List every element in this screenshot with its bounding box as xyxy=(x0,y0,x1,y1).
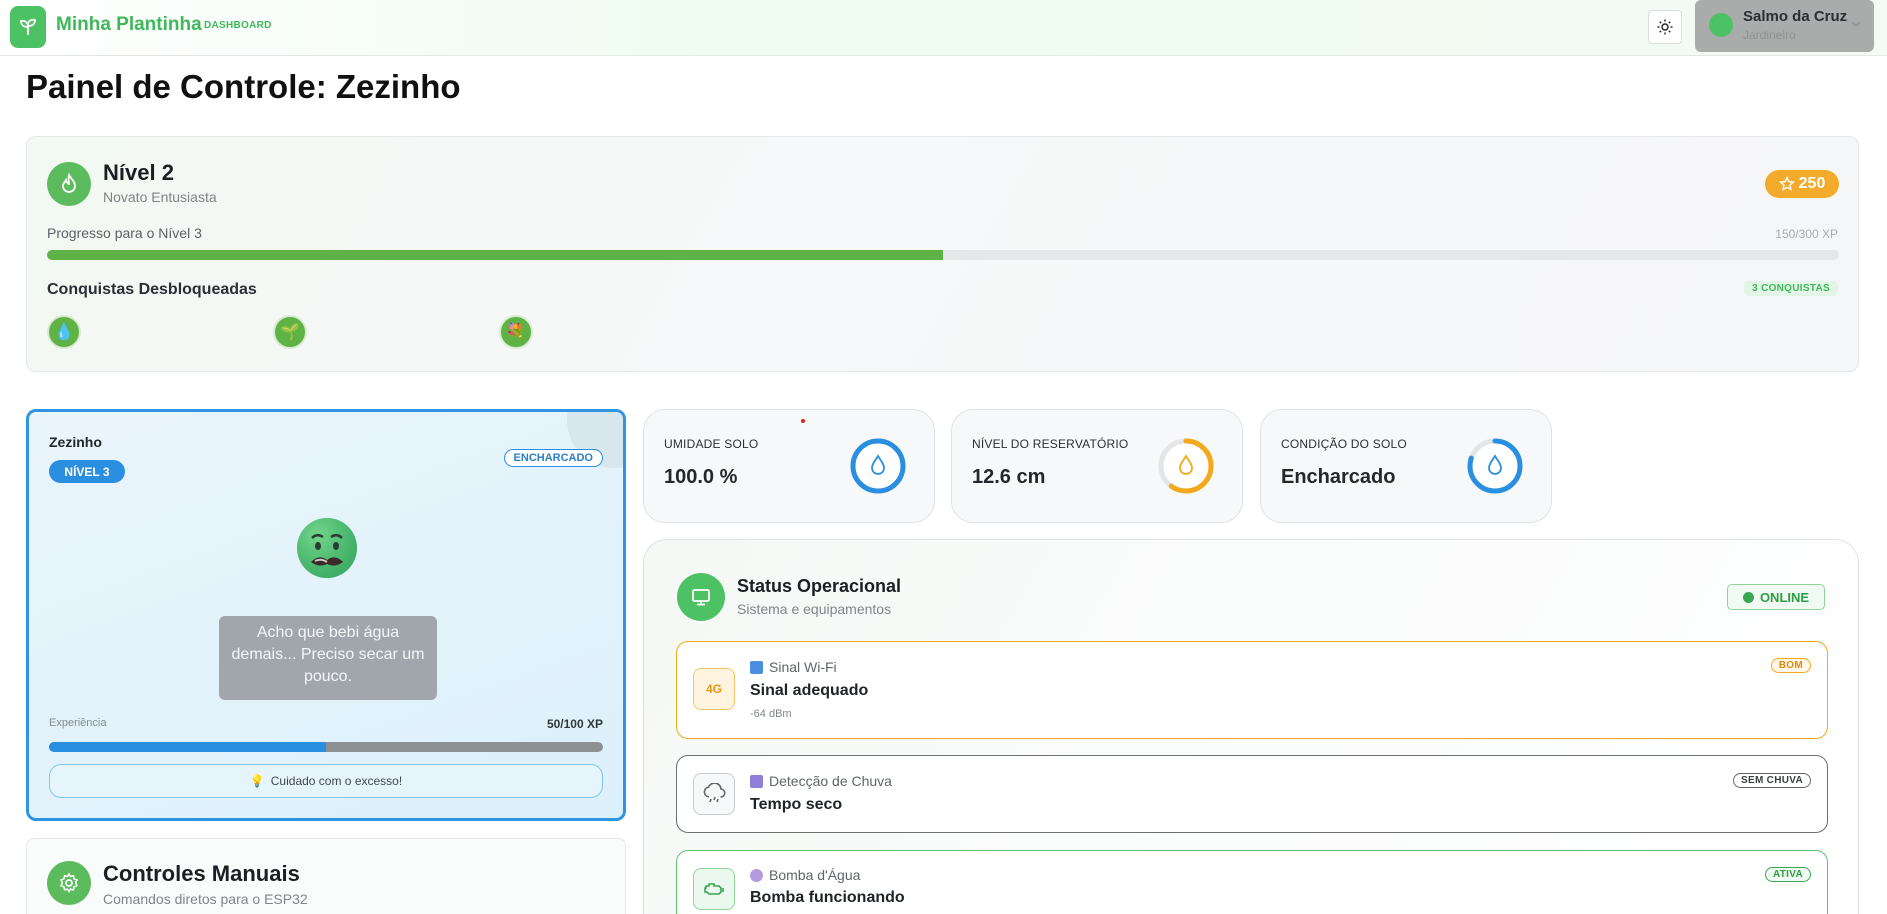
rain-category-label: Detecção de Chuva xyxy=(769,773,892,789)
xp-value: 50/100 XP xyxy=(546,717,603,731)
plant-status-badge: ENCHARCADO xyxy=(503,449,603,467)
monitor-icon xyxy=(677,573,725,621)
rain-title: Tempo seco xyxy=(750,796,843,813)
globe-icon xyxy=(1742,591,1754,603)
flame-icon xyxy=(47,162,91,206)
plant-card: Zezinho NÍVEL 3 ENCHARCADO Acho que bebi… xyxy=(26,409,626,821)
xp-progress-bar xyxy=(49,742,603,752)
reservoir-level-ring xyxy=(1158,438,1214,494)
pump-category: Bomba d'Água xyxy=(750,867,860,883)
pump-title: Bomba funcionando xyxy=(750,889,905,906)
level-subtitle: Novato Entusiasta xyxy=(103,189,217,205)
stat-label: CONDIÇÃO DO SOLO xyxy=(1281,437,1407,451)
level-card: Nível 2 Novato Entusiasta 250 Progresso … xyxy=(26,136,1859,372)
plant-logo-icon[interactable] xyxy=(10,6,46,48)
progress-label: Progresso para o Nível 3 xyxy=(47,225,202,241)
stat-value: 100.0 % xyxy=(664,466,738,488)
sun-icon xyxy=(1657,19,1673,35)
level-title: Nível 2 xyxy=(103,160,174,185)
plant-message-bubble: Acho que bebi água demais... Preciso sec… xyxy=(219,616,437,700)
theme-toggle-button[interactable] xyxy=(1648,10,1682,44)
tip-text: Cuidado com o excesso! xyxy=(270,774,403,788)
brand-name[interactable]: Minha Plantinha xyxy=(56,14,202,36)
lightbulb-icon: 💡 xyxy=(249,774,265,788)
user-menu[interactable]: S Salmo da Cruz Jardineiro xyxy=(1695,0,1874,52)
pump-status-item[interactable]: Bomba d'Água Bomba funcionando ATIVA xyxy=(676,850,1828,914)
stars-count: 250 xyxy=(1798,175,1826,192)
status-subtitle: Sistema e equipamentos xyxy=(737,601,892,617)
soil-moisture-card: UMIDADE SOLO 100.0 % xyxy=(643,409,935,523)
pump-badge: ATIVA xyxy=(1764,867,1811,882)
wifi-badge: BOM xyxy=(1770,658,1811,673)
star-icon xyxy=(1778,176,1795,191)
soil-condition-card: CONDIÇÃO DO SOLO Encharcado xyxy=(1260,409,1552,523)
plant-name: Zezinho xyxy=(49,434,102,450)
achievements-title: Conquistas Desbloqueadas xyxy=(47,281,257,298)
achievement-water-drop-icon[interactable]: 💧 xyxy=(47,315,81,349)
signal-4g-icon: 4G xyxy=(693,668,735,710)
online-badge: ONLINE xyxy=(1727,584,1825,610)
avatar: S xyxy=(1709,13,1733,37)
xp-label: Experiência xyxy=(49,717,107,729)
pump-category-label: Bomba d'Água xyxy=(769,867,861,883)
wifi-category-label: Sinal Wi-Fi xyxy=(769,659,837,675)
user-role: Jardineiro xyxy=(1743,28,1796,42)
achievement-flowers-icon[interactable]: 💐 xyxy=(499,315,533,349)
stat-value: Encharcado xyxy=(1281,466,1396,488)
xp-progress-fill xyxy=(49,742,326,752)
rain-badge: SEM CHUVA xyxy=(1733,773,1811,788)
soil-moisture-ring xyxy=(850,438,906,494)
gear-small-icon xyxy=(750,868,763,882)
rain-category: Detecção de Chuva xyxy=(750,773,892,789)
manual-controls-subtitle: Comandos diretos para o ESP32 xyxy=(103,891,308,907)
soil-condition-ring xyxy=(1467,438,1523,494)
level-progress-bar xyxy=(47,250,1839,260)
stat-label: UMIDADE SOLO xyxy=(664,437,759,451)
stat-label: NÍVEL DO RESERVATÓRIO xyxy=(972,437,1129,451)
cloud-rain-icon xyxy=(693,773,735,815)
manual-controls-card: Controles Manuais Comandos diretos para … xyxy=(26,838,626,914)
gear-icon xyxy=(47,861,91,905)
stars-badge: 250 xyxy=(1765,170,1839,198)
wifi-status-item[interactable]: 4G Sinal Wi-Fi Sinal adequado -64 dBm BO… xyxy=(676,641,1828,739)
status-panel: Status Operacional Sistema e equipamento… xyxy=(643,539,1859,914)
reservoir-level-card: NÍVEL DO RESERVATÓRIO 12.6 cm xyxy=(951,409,1243,523)
achievement-seedling-icon[interactable]: 🌱 xyxy=(273,315,307,349)
level-progress-fill xyxy=(47,250,943,260)
plant-level-badge: NÍVEL 3 xyxy=(49,460,125,483)
notification-dot xyxy=(801,419,805,423)
manual-controls-title: Controles Manuais xyxy=(103,861,300,886)
wifi-detail: -64 dBm xyxy=(750,708,792,720)
brand-tag: DASHBOARD xyxy=(204,20,272,31)
progress-xp: 150/300 XP xyxy=(1775,227,1838,241)
top-bar: Minha Plantinha DASHBOARD S Salmo da Cru… xyxy=(0,0,1887,56)
nauseated-face-icon xyxy=(297,518,357,578)
online-label: ONLINE xyxy=(1759,589,1810,605)
rain-status-item[interactable]: Detecção de Chuva Tempo seco SEM CHUVA xyxy=(676,755,1828,833)
engine-icon xyxy=(693,868,735,910)
page-title: Painel de Controle: Zezinho xyxy=(26,68,461,105)
stat-value: 12.6 cm xyxy=(972,466,1046,488)
wifi-category: Sinal Wi-Fi xyxy=(750,659,837,675)
user-name: Salmo da Cruz xyxy=(1743,8,1848,25)
signal-bars-icon xyxy=(750,660,763,674)
plant-tip: 💡 Cuidado com o excesso! xyxy=(49,764,603,798)
status-title: Status Operacional xyxy=(737,576,902,596)
wifi-title: Sinal adequado xyxy=(750,682,869,699)
chevron-down-icon xyxy=(1851,21,1861,28)
achievements-count-badge: 3 CONQUISTAS xyxy=(1744,281,1838,296)
rain-small-icon xyxy=(750,774,763,788)
